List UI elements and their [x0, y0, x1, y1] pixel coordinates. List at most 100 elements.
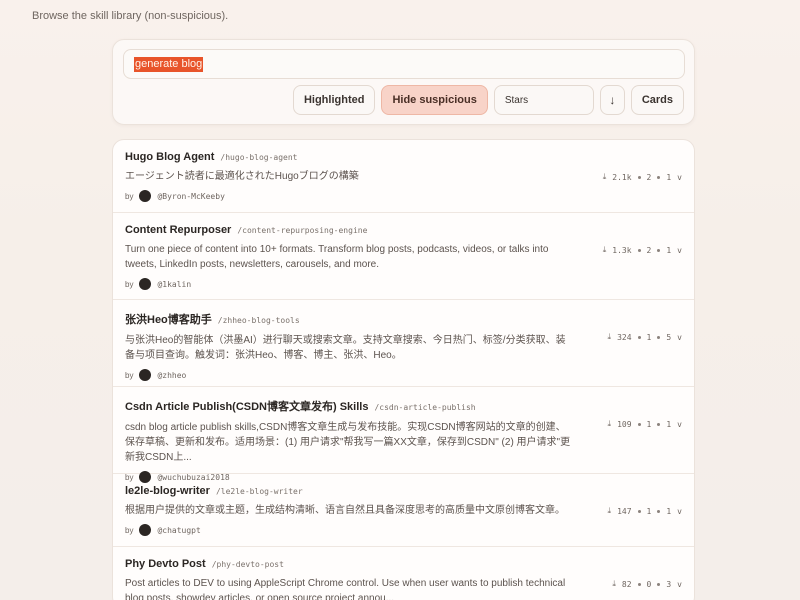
- result-title-line: Hugo Blog Agent /hugo-blog-agent: [125, 151, 682, 163]
- separator-dot: [657, 248, 661, 252]
- download-icon: ⤓: [602, 172, 607, 181]
- version-count: 1: [666, 172, 672, 182]
- search-panel: generate blog Highlighted Hide suspiciou…: [112, 39, 695, 125]
- separator-dot: [637, 335, 641, 339]
- separator-dot: [657, 335, 661, 339]
- download-count: 324: [617, 332, 632, 342]
- search-input[interactable]: generate blog: [123, 49, 685, 79]
- star-count: 2: [646, 172, 652, 182]
- version-suffix: v: [677, 419, 682, 429]
- by-label: by: [125, 191, 134, 201]
- separator-dot: [657, 175, 661, 179]
- author-avatar: [139, 190, 152, 202]
- author-avatar: [139, 369, 152, 381]
- download-count: 1.3k: [612, 245, 632, 255]
- version-count: 5: [666, 332, 672, 342]
- result-card[interactable]: Csdn Article Publish(CSDN博客文章发布) Skills …: [113, 387, 694, 483]
- separator-dot: [637, 248, 641, 252]
- by-label: by: [125, 370, 134, 380]
- version-count: 1: [666, 419, 672, 429]
- skill-slug: /content-repurposing-engine: [237, 226, 368, 235]
- view-mode-button[interactable]: Cards: [630, 85, 684, 115]
- skill-slug: /zhheo-blog-tools: [217, 316, 300, 325]
- skill-name[interactable]: 张洪Heo博客助手: [125, 311, 212, 327]
- separator-dot: [657, 509, 661, 513]
- page-subtitle: Browse the skill library (non-suspicious…: [32, 10, 229, 22]
- version-suffix: v: [677, 506, 682, 516]
- star-count: 1: [646, 332, 652, 342]
- separator-dot: [637, 175, 641, 179]
- separator-dot: [637, 509, 641, 513]
- result-card[interactable]: le2le-blog-writer /le2le-blog-writer 根据用…: [113, 474, 694, 547]
- star-count: 0: [646, 579, 652, 589]
- hide-suspicious-button[interactable]: Hide suspicious: [381, 85, 488, 115]
- download-icon: ⤓: [607, 419, 612, 428]
- skill-name[interactable]: Phy Devto Post: [125, 558, 206, 570]
- result-card[interactable]: Phy Devto Post /phy-devto-post Post arti…: [113, 547, 694, 600]
- result-card[interactable]: Content Repurposer /content-repurposing-…: [113, 213, 694, 300]
- star-count: 2: [646, 245, 652, 255]
- download-count: 2.1k: [612, 172, 632, 182]
- author-handle[interactable]: @Byron-McKeeby: [157, 192, 224, 201]
- version-count: 3: [666, 579, 672, 589]
- skill-stats: ⤓ 2.1k 2 1 v: [603, 172, 682, 182]
- results-list: Hugo Blog Agent /hugo-blog-agent エージェント読…: [112, 139, 695, 600]
- result-title-line: 张洪Heo博客助手 /zhheo-blog-tools: [125, 311, 682, 327]
- result-title-line: Csdn Article Publish(CSDN博客文章发布) Skills …: [125, 398, 682, 414]
- skill-description: csdn blog article publish skills,CSDN博客文…: [125, 422, 571, 463]
- separator-dot: [637, 422, 641, 426]
- separator-dot: [637, 582, 641, 586]
- download-icon: ⤓: [612, 579, 616, 588]
- skill-description: 与张洪Heo的智能体（洪墨AI）进行聊天或搜索文章。支持文章搜索、今日热门、标签…: [125, 335, 566, 361]
- skill-slug: /csdn-article-publish: [374, 403, 476, 412]
- by-label: by: [125, 279, 134, 289]
- author-line: by @1kalin: [125, 278, 682, 290]
- skill-slug: /phy-devto-post: [211, 560, 284, 569]
- result-title-line: Phy Devto Post /phy-devto-post: [125, 558, 682, 570]
- skill-description: Turn one piece of content into 10+ forma…: [125, 244, 549, 270]
- skill-slug: /hugo-blog-agent: [220, 153, 298, 162]
- star-count: 1: [646, 419, 652, 429]
- skill-name[interactable]: Content Repurposer: [125, 224, 231, 236]
- version-suffix: v: [677, 579, 682, 589]
- download-count: 109: [617, 419, 632, 429]
- version-suffix: v: [677, 245, 682, 255]
- by-label: by: [125, 525, 134, 535]
- skill-name[interactable]: Csdn Article Publish(CSDN博客文章发布) Skills: [125, 398, 368, 414]
- skill-stats: ⤓ 82 0 3 v: [612, 579, 682, 589]
- separator-dot: [657, 582, 661, 586]
- download-icon: ⤓: [602, 245, 607, 254]
- author-avatar: [139, 524, 152, 536]
- author-avatar: [139, 278, 152, 290]
- skill-description: エージェント読者に最適化されたHugoブログの構築: [125, 171, 359, 182]
- skill-name[interactable]: Hugo Blog Agent: [125, 151, 214, 163]
- author-handle[interactable]: @chatugpt: [157, 526, 200, 535]
- skill-description: 根据用户提供的文章或主题，生成结构清晰、语言自然且具备深度思考的高质量中文原创博…: [125, 505, 565, 516]
- skill-stats: ⤓ 324 1 5 v: [608, 332, 682, 342]
- download-count: 82: [621, 579, 632, 589]
- skill-description: Post articles to DEV to using AppleScrip…: [125, 578, 566, 600]
- skill-name[interactable]: le2le-blog-writer: [125, 485, 210, 497]
- skill-stats: ⤓ 1.3k 2 1 v: [603, 245, 682, 255]
- sort-select[interactable]: Stars: [493, 85, 594, 115]
- sort-direction-button[interactable]: ↓: [599, 85, 625, 115]
- version-count: 1: [666, 245, 672, 255]
- version-count: 1: [666, 506, 672, 516]
- search-input-value: generate blog: [134, 56, 204, 72]
- author-handle[interactable]: @zhheo: [157, 371, 186, 380]
- star-count: 1: [646, 506, 652, 516]
- separator-dot: [657, 422, 661, 426]
- download-count: 147: [617, 506, 632, 516]
- version-suffix: v: [677, 172, 682, 182]
- result-card[interactable]: 张洪Heo博客助手 /zhheo-blog-tools 与张洪Heo的智能体（洪…: [113, 300, 694, 387]
- highlighted-button[interactable]: Highlighted: [292, 85, 376, 115]
- author-line: by @zhheo: [125, 369, 682, 381]
- search-controls: Highlighted Hide suspicious Stars ↓ Card…: [292, 85, 684, 115]
- result-card[interactable]: Hugo Blog Agent /hugo-blog-agent エージェント読…: [113, 140, 694, 213]
- skill-stats: ⤓ 147 1 1 v: [608, 506, 682, 516]
- download-icon: ⤓: [607, 506, 612, 515]
- skill-stats: ⤓ 109 1 1 v: [608, 419, 682, 429]
- result-title-line: Content Repurposer /content-repurposing-…: [125, 224, 682, 236]
- author-line: by @chatugpt: [125, 524, 682, 536]
- author-handle[interactable]: @1kalin: [157, 280, 191, 289]
